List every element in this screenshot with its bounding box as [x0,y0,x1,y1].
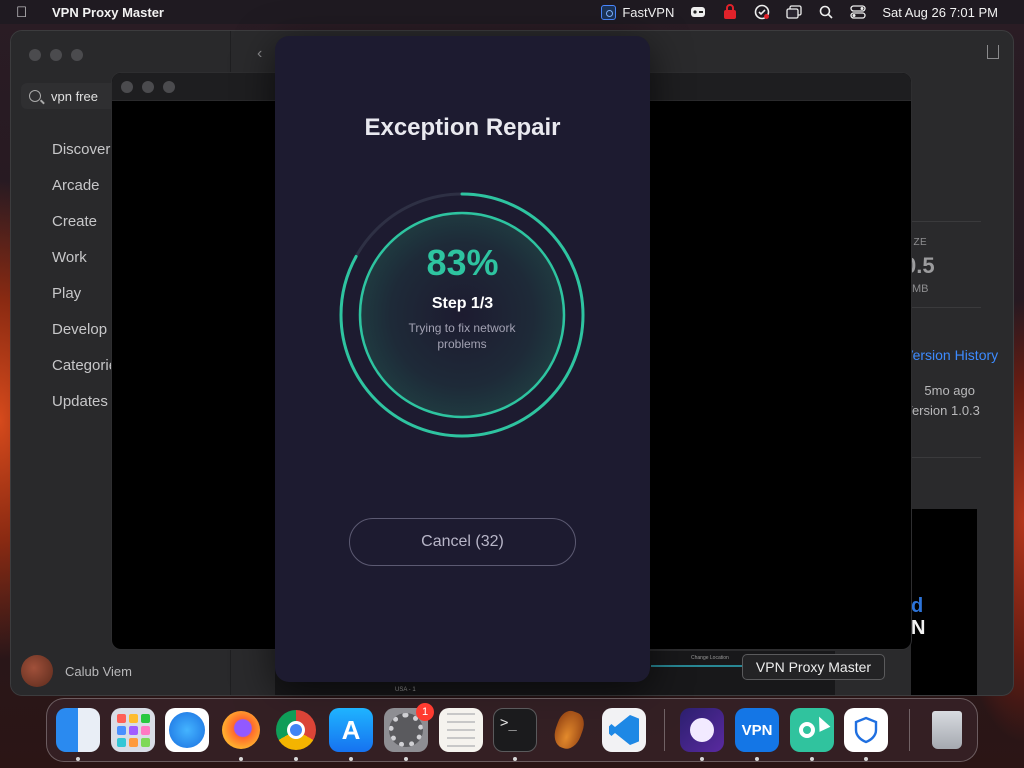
apple-menu-icon[interactable]:  [16,4,42,21]
updated-ago: 5mo ago [924,383,975,398]
gamepad-menu-extra[interactable] [682,0,714,24]
finder-icon[interactable] [56,708,100,752]
progress-step: Step 1/3 [431,295,494,312]
app-store-glyph: A [341,714,361,745]
shield-menu-extra[interactable] [746,0,778,24]
share-icon[interactable] [987,45,999,59]
shield-vpn-icon[interactable] [844,708,888,752]
running-indicator [700,757,704,761]
menu-status-area: FastVPN Sat Aug 26 7:01 PM [593,0,1006,24]
launchpad-icon[interactable] [111,708,155,752]
minimize-window-button[interactable] [142,81,154,93]
preview-caption: Change Location [691,655,729,661]
vpn-proxy-master-icon[interactable] [790,708,834,752]
fastvpn-menu-extra[interactable]: FastVPN [593,0,682,24]
shield-check-icon [754,4,770,20]
control-center-menu-extra[interactable] [842,0,874,24]
control-center-icon [850,4,867,20]
running-indicator [294,757,298,761]
version-history-link[interactable]: Version History [904,347,998,363]
vscode-icon[interactable] [602,708,646,752]
back-chevron-icon[interactable]: ‹ [257,45,262,63]
dock-separator [664,709,665,751]
trash-icon[interactable] [925,708,969,752]
running-indicator [513,757,517,761]
terminal-icon[interactable]: >_ [493,708,537,752]
window-menu-extra[interactable] [778,0,810,24]
running-indicator [76,757,80,761]
spotlight-menu-extra[interactable] [810,0,842,24]
close-window-button[interactable] [121,81,133,93]
lock-menu-extra[interactable] [714,0,746,24]
running-indicator [349,757,353,761]
textedit-icon[interactable] [439,708,483,752]
minimize-window-button[interactable] [50,49,62,61]
running-indicator [404,757,408,761]
dialog-title: Exception Repair [364,114,561,141]
search-icon [818,4,834,20]
unicorn-vpn-icon[interactable] [680,708,724,752]
preview-text: N [911,617,926,639]
running-indicator [864,757,868,761]
progress-message: Trying to fix network problems [408,321,516,351]
fastvpn-label: FastVPN [622,4,675,20]
close-window-button[interactable] [29,49,41,61]
menu-bar:  VPN Proxy Master FastVPN [0,0,1024,24]
notification-badge: 1 [416,703,434,721]
dock-separator [909,709,910,751]
user-name: Calub Viem [65,663,132,679]
window-controls [29,49,83,61]
preview-caption: USA - 1 [395,687,416,693]
fastvpn-icon [601,4,617,20]
progress-ring [339,192,585,438]
menu-clock[interactable]: Sat Aug 26 7:01 PM [874,0,1006,24]
windows-icon [786,4,803,20]
chrome-icon[interactable] [274,708,318,752]
running-indicator [239,757,243,761]
window-controls [121,81,175,93]
dock: A 1 >_ VPN [46,698,978,762]
search-icon [29,90,41,102]
avatar [21,655,53,687]
exception-repair-dialog: Exception Repair 83% Step 1/3 Trying to … [275,36,650,682]
zoom-window-button[interactable] [71,49,83,61]
size-unit: MB [912,283,929,295]
cancel-button[interactable]: Cancel (32) [349,518,576,566]
running-indicator [755,757,759,761]
progress-percent: 83% [426,242,499,283]
preview-text: d [911,595,924,617]
gamepad-icon [690,4,706,20]
running-indicator [810,757,814,761]
app-store-icon[interactable]: A [329,708,373,752]
account-button[interactable]: Calub Viem [21,655,132,687]
search-value: vpn free [51,88,98,104]
menu-app-name[interactable]: VPN Proxy Master [52,5,164,20]
firefox-icon[interactable] [219,708,263,752]
terminal-prompt: >_ [500,715,517,731]
garageband-icon[interactable] [547,708,591,752]
screenshot-preview[interactable]: d N [911,509,977,695]
lock-icon [722,4,738,20]
version-label: Version 1.0.3 [904,403,980,418]
vpn-app-icon[interactable]: VPN [735,708,779,752]
zoom-window-button[interactable] [163,81,175,93]
vpn-app-label: VPN [741,721,773,739]
safari-icon[interactable] [165,708,209,752]
dock-tooltip: VPN Proxy Master [742,654,885,680]
